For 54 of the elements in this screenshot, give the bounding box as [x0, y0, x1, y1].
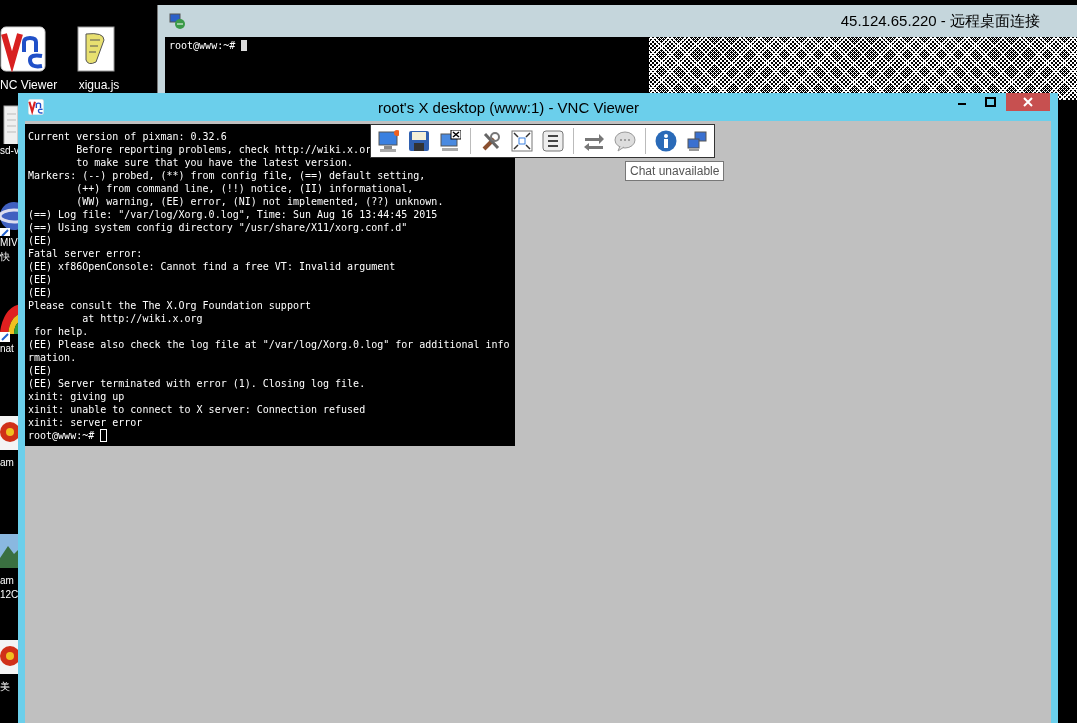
icon-label[interactable]: 快 — [0, 250, 10, 264]
icon-label[interactable]: 美 — [0, 680, 10, 694]
icon-label[interactable]: am — [0, 574, 14, 588]
terminal-line: xinit: unable to connect to X server: Connection refused — [28, 403, 366, 416]
window-title: 45.124.65.220 - 远程桌面连接 — [840, 11, 1040, 31]
terminal-line: (WW) warning, (EE) error, (NI) not implemented, (??) unknown. — [75, 195, 444, 208]
info-icon[interactable] — [655, 130, 677, 152]
terminal-line: (EE) xf86OpenConsole: Cannot find a free VT: Invalid argument — [28, 260, 396, 273]
terminal-line: Current version of pixman: 0.32.6 — [28, 130, 227, 143]
icon-label[interactable]: MIV — [0, 236, 18, 250]
fullscreen-icon[interactable] — [511, 130, 533, 152]
terminal-line: (EE) — [28, 273, 53, 286]
tools-icon[interactable] — [480, 130, 502, 152]
keyboard-key-icon[interactable] — [542, 130, 564, 152]
terminal-line: for help. — [33, 325, 89, 338]
tooltip: Chat unavailable — [625, 161, 725, 181]
terminal-line: (==) Using system config directory "/usr/share/X11/xorg.conf.d" — [28, 221, 408, 234]
terminal-line: (EE) — [28, 286, 53, 299]
terminal-line: (++) from command line, (!!) notice, (II) informational, — [75, 182, 414, 195]
close-button[interactable] — [1006, 93, 1050, 111]
icon-label[interactable]: am — [0, 456, 14, 470]
icon-label[interactable]: NC Viewer — [0, 78, 58, 92]
icon-label[interactable]: nat — [0, 342, 14, 356]
terminal-line: (==) Log file: "/var/log/Xorg.0.log", Time: Sun Aug 16 13:44:45 2015 — [28, 208, 438, 221]
cursor — [241, 40, 248, 51]
vnc-logo-icon — [0, 26, 46, 72]
new-connection-icon[interactable] — [377, 130, 399, 152]
terminal-line: Fatal server error: — [28, 247, 143, 260]
terminal-line: xinit: giving up — [28, 390, 125, 403]
terminal-line: rmation. — [28, 351, 77, 364]
terminal-prompt: root@www:~# — [169, 40, 237, 51]
terminal-line: xinit: server error — [28, 416, 143, 429]
rainbow-icon — [0, 302, 18, 342]
document-icon — [0, 104, 18, 144]
terminal-line: (EE) Server terminated with error (1). Closing log file. — [28, 377, 366, 390]
terminal-line: (EE) Please also check the log file at "/var/log/Xorg.0.log" for additional info — [28, 338, 510, 351]
icon-label[interactable]: 12C — [0, 588, 19, 602]
close-connection-icon[interactable] — [439, 130, 461, 152]
vnc-logo-icon — [28, 99, 44, 115]
terminal-line: Markers: (--) probed, (**) from config file, (==) default setting, — [28, 169, 426, 182]
cursor — [100, 429, 108, 442]
computers-icon[interactable] — [686, 130, 708, 152]
window-title: root's X desktop (www:1) - VNC Viewer — [377, 98, 640, 116]
terminal-prompt: root@www:~# — [28, 429, 96, 442]
terminal-line: (EE) — [28, 234, 53, 247]
icon-label[interactable]: sd-v — [0, 144, 19, 158]
remote-desktop-icon — [169, 13, 185, 29]
terminal-line: (EE) — [28, 364, 53, 377]
terminal-line: to make sure that you have the latest version. — [75, 156, 354, 169]
terminal-line: Please consult the The X.Org Foundation support — [28, 299, 311, 312]
icon-label[interactable]: xigua.js — [78, 78, 120, 92]
speech-bubble-icon[interactable] — [614, 130, 636, 152]
terminal-line: at http://wiki.x.org — [81, 312, 203, 325]
terminal-line: Before reporting problems, check http://wiki.x.or — [75, 143, 372, 156]
